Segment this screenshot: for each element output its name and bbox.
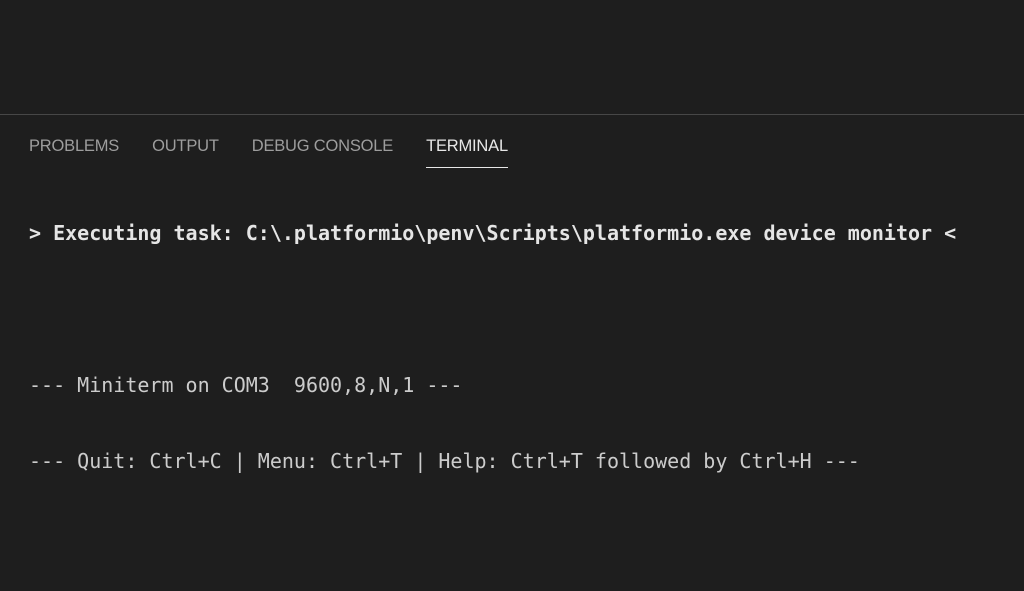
terminal-line-help: --- Quit: Ctrl+C | Menu: Ctrl+T | Help: … bbox=[29, 449, 860, 473]
tab-terminal[interactable]: TERMINAL bbox=[426, 135, 508, 168]
terminal-line-miniterm: --- Miniterm on COM3 9600,8,N,1 --- bbox=[29, 373, 463, 397]
panel-tabs: PROBLEMS OUTPUT DEBUG CONSOLE TERMINAL bbox=[29, 135, 541, 169]
editor-area bbox=[0, 0, 1024, 114]
bottom-panel: PROBLEMS OUTPUT DEBUG CONSOLE TERMINAL >… bbox=[0, 114, 1024, 591]
terminal-line-task: > Executing task: C:\.platformio\penv\Sc… bbox=[29, 221, 957, 245]
tab-output[interactable]: OUTPUT bbox=[152, 135, 219, 168]
tab-problems[interactable]: PROBLEMS bbox=[29, 135, 119, 168]
tab-debug-console[interactable]: DEBUG CONSOLE bbox=[252, 135, 394, 168]
terminal-output[interactable]: > Executing task: C:\.platformio\penv\Sc… bbox=[29, 171, 1009, 571]
